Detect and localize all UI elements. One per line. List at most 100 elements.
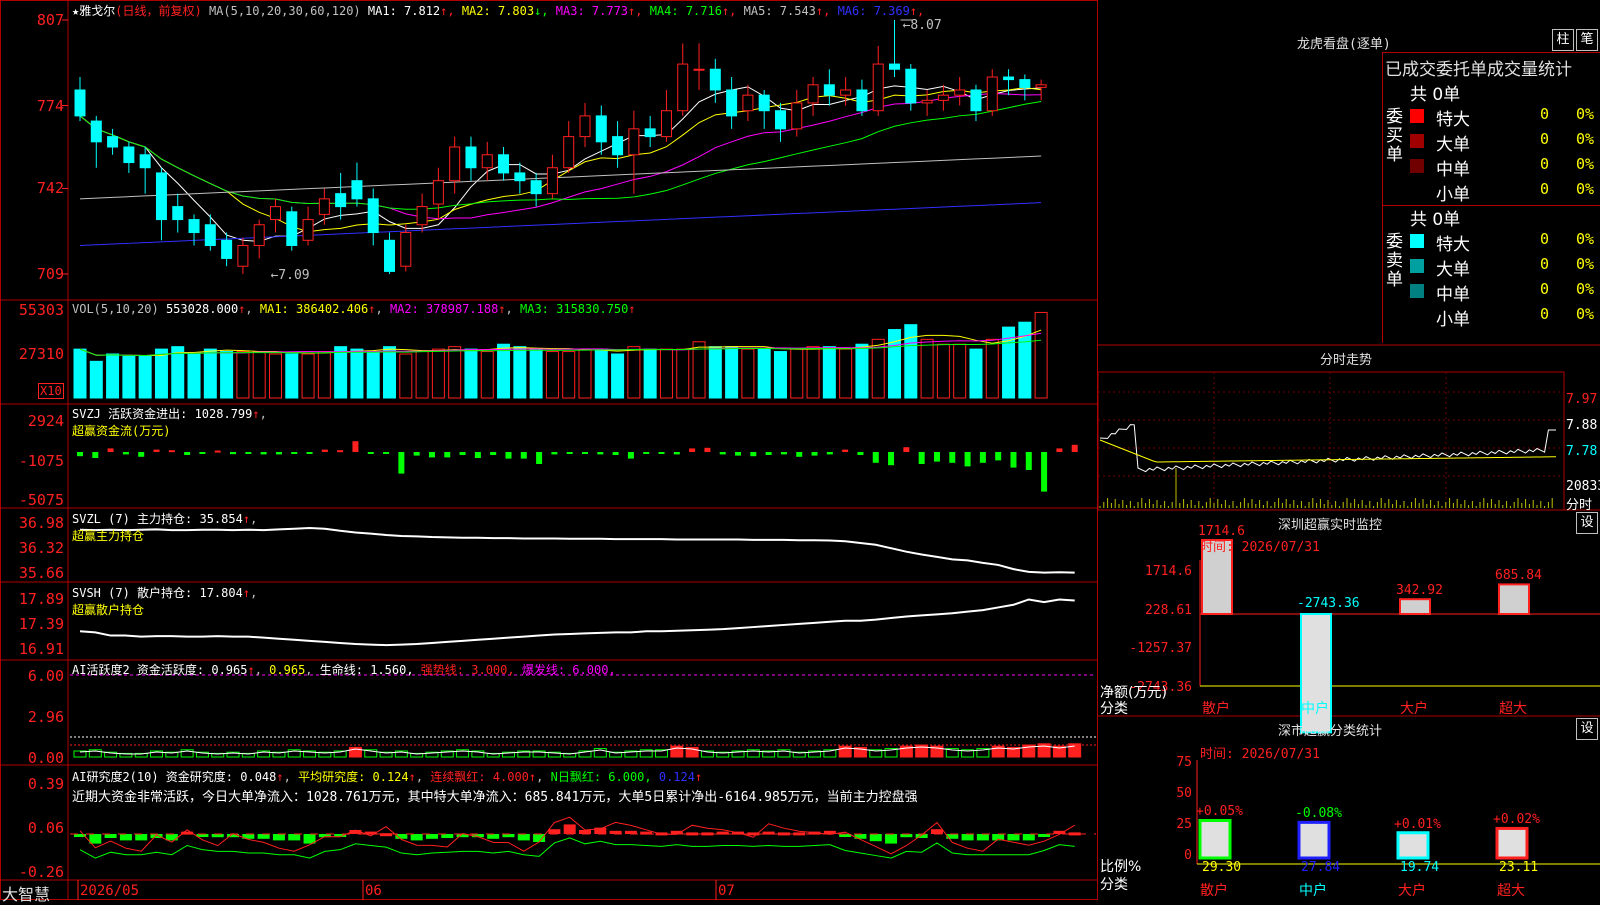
svzj-y-tick: -1075 [18, 452, 64, 470]
ai1-y-tick: 6.00 [27, 667, 64, 685]
lhb-row-value: 0 [1540, 130, 1550, 148]
svzj-bar [949, 452, 956, 463]
svzj-bar [1025, 452, 1032, 470]
ai2-y-tick: -0.26 [18, 863, 64, 881]
volume-chart[interactable] [73, 311, 1048, 399]
ai2-bar [961, 834, 974, 841]
intraday-chart[interactable] [1097, 371, 1565, 511]
svsh-sub: 超赢散户持仓 [72, 603, 145, 617]
svzj-bar [888, 452, 895, 466]
volume-bar [773, 351, 787, 399]
svzj-bar [536, 452, 543, 464]
intraday-vol-tick: 20833 [1566, 479, 1600, 494]
candle-body [595, 115, 607, 143]
candle-body [318, 198, 330, 215]
stock-name[interactable]: 雅戈尔 [79, 4, 115, 18]
ai2-bar [869, 834, 882, 842]
svzj-label: SVZJ 活跃资金进出: 1028.799 [72, 407, 253, 421]
svzj-bar [505, 452, 512, 459]
brand-logo[interactable]: 大智慧 [2, 881, 50, 905]
candle-body [188, 219, 200, 234]
date-label: 06 [365, 883, 382, 899]
volume-bar [73, 348, 87, 399]
ai2-label: AI研究度2(10) 资金研究度: 0.048 [72, 770, 277, 784]
lhb-row-pct: 0% [1576, 305, 1595, 323]
ai-activity-chart[interactable] [70, 674, 1096, 758]
ma-values: MA1: 7.812↑, MA2: 7.803↓, MA3: 7.773↑, M… [368, 4, 924, 18]
sz-monitor-settings-button[interactable]: 设 [1576, 512, 1598, 534]
volume-bar [725, 346, 739, 399]
sz-monitor-cat: 超大 [1499, 701, 1527, 717]
ai1-label: AI活跃度2 资金活跃度: 0.965 [72, 663, 248, 677]
ai2-bar [135, 834, 148, 841]
svzj-bar [214, 450, 221, 453]
ai2-y-tick: 0.06 [27, 819, 64, 837]
lhb-row-name: 特大 [1436, 235, 1470, 255]
volume-bar [138, 355, 152, 399]
candle-body [872, 63, 884, 112]
bar-view-button[interactable]: 柱 [1552, 29, 1574, 51]
lhb-sell-total: 共 0单 [1410, 210, 1461, 230]
ma-line-5 [79, 85, 1042, 242]
volume-bar [350, 348, 364, 399]
volume-bar [252, 351, 266, 399]
ai2-bar [1007, 834, 1020, 841]
sz-monitor-y-tick: -1257.37 [1129, 641, 1192, 656]
sz-class-time: 时间: 2026/07/31 [1200, 747, 1320, 762]
candle-body [416, 206, 428, 226]
ai-research-chart[interactable] [70, 816, 1096, 859]
lhb-tabs[interactable]: 已成交委托单成交量统计 [1385, 55, 1572, 80]
svzj-bar [979, 452, 986, 463]
sz-class-bar [1396, 831, 1430, 860]
ma-value-1: MA1: 7.812 [367, 4, 441, 18]
svzj-bar [872, 452, 879, 463]
ai1-v2: 0.965 [269, 663, 306, 677]
candle-body [237, 244, 249, 267]
period-label[interactable]: (日线，前复权) [115, 4, 201, 18]
volume-bar [448, 346, 462, 399]
candle-body [221, 239, 233, 259]
candle-body [986, 76, 998, 112]
sz-class-value: 27.84 [1301, 860, 1341, 875]
volume-bar [936, 343, 950, 399]
panel-frames [0, 0, 1600, 900]
candle-body [644, 128, 656, 138]
svzj-bar [459, 452, 466, 455]
lhb-row-value: 0 [1540, 305, 1550, 323]
svzj-sub: 超赢资金流(万元) [72, 424, 171, 438]
candle-body [921, 99, 933, 104]
svzj-y-tick: -5075 [18, 491, 64, 509]
candle-body [579, 115, 591, 138]
svzj-bar [474, 452, 481, 458]
svzj-bar [153, 449, 160, 452]
sz-monitor-bar [1399, 598, 1431, 616]
candle-body [628, 128, 640, 156]
candle-body [498, 154, 510, 174]
candle-body [709, 68, 721, 91]
svzj-bar [719, 452, 726, 455]
lhb-row-pct: 0% [1576, 105, 1595, 123]
tick-view-button[interactable]: 笔 [1576, 29, 1598, 51]
volume-bar [154, 348, 168, 399]
ma-value-5: MA5: 7.543 [743, 4, 816, 18]
volume-bar [545, 351, 559, 399]
sz-class-change: +0.02% [1493, 812, 1540, 828]
svzj-chart[interactable] [77, 441, 1078, 492]
candle-body [677, 63, 689, 112]
svzj-bar [1071, 444, 1078, 452]
sz-class-y-tick: 25 [1176, 817, 1192, 832]
svzj-bar [184, 452, 191, 455]
ai2-header: AI研究度2(10) 资金研究度: 0.048↑, 平均研究度: 0.124↑,… [72, 770, 703, 784]
sz-class-change: +0.01% [1394, 816, 1441, 832]
volume-bar [578, 348, 592, 399]
volume-bar [122, 355, 136, 399]
ai2-bar [272, 834, 285, 841]
ma-line-60 [79, 155, 1042, 200]
candle-body [563, 136, 575, 169]
ma-value-2: MA2: 7.803 [461, 4, 535, 18]
candle-body [693, 68, 705, 71]
sz-class-settings-button[interactable]: 设 [1576, 718, 1598, 740]
lhb-row-name: 小单 [1436, 185, 1470, 205]
ai1-burst: 爆发线: 6.000, [521, 663, 616, 677]
lhb-row-value: 0 [1540, 180, 1550, 198]
